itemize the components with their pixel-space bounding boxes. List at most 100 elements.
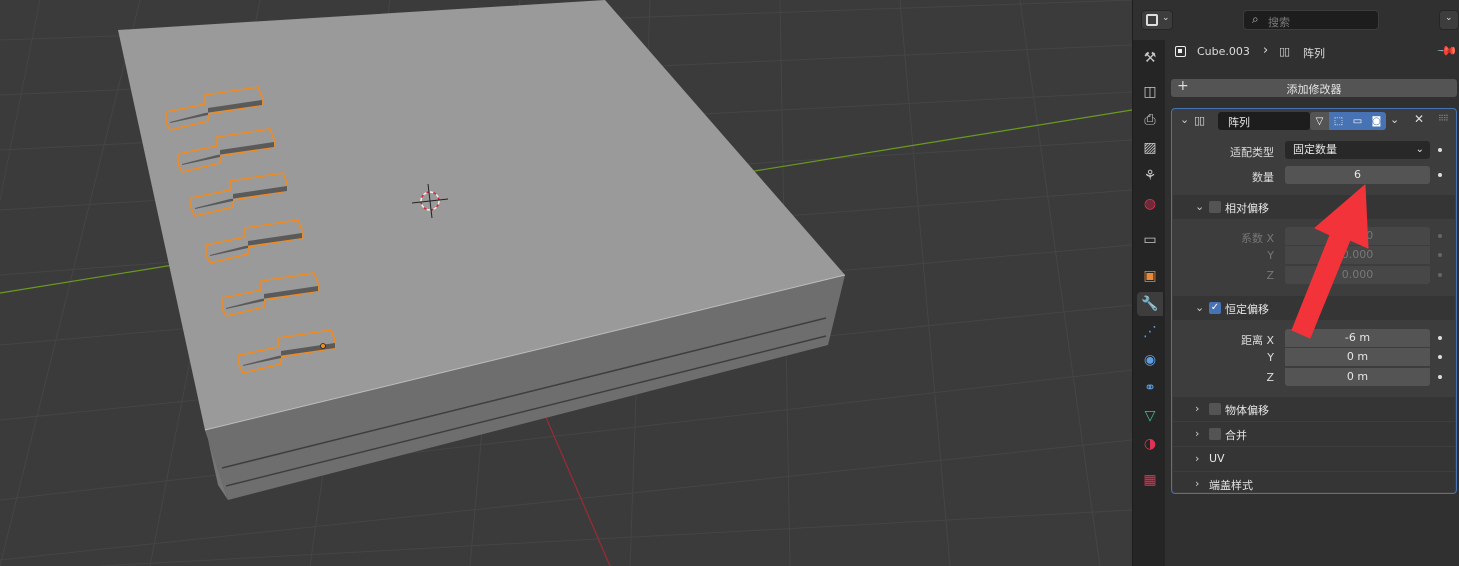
fit-type-label: 适配类型 bbox=[1230, 146, 1274, 159]
properties-editor: ⌄ ⌕ 搜索 ⌄ ⚒ ◫ ⎙ ▨ ⚘ ◍ ▭ ▣ 🔧 ⋰ ◉ ⚭ ▽ ◑ ▦ C… bbox=[1132, 0, 1459, 566]
properties-editor-icon bbox=[1146, 14, 1158, 26]
object-offset-title: 物体偏移 bbox=[1225, 404, 1269, 417]
caps-subpanel-header[interactable]: › 端盖样式 bbox=[1173, 472, 1455, 492]
texture-icon[interactable]: ▦ bbox=[1137, 468, 1163, 492]
relative-factor-x-label: 系数 X bbox=[1240, 232, 1274, 245]
breadcrumb-modifier-name: 阵列 bbox=[1303, 47, 1325, 60]
material-icon[interactable]: ◑ bbox=[1137, 432, 1163, 456]
properties-tab-bar: ⚒ ◫ ⎙ ▨ ⚘ ◍ ▭ ▣ 🔧 ⋰ ◉ ⚭ ▽ ◑ ▦ bbox=[1133, 40, 1165, 566]
chevron-right-icon: › bbox=[1195, 427, 1200, 440]
constant-offset-x-row: 距离 X -6 m bbox=[1172, 329, 1456, 349]
data-mesh-icon[interactable]: ▽ bbox=[1137, 404, 1163, 428]
particles-icon[interactable]: ⋰ bbox=[1137, 320, 1163, 344]
chevron-down-icon[interactable]: ⌄ bbox=[1390, 113, 1399, 126]
distance-z-field[interactable]: 0 m bbox=[1285, 368, 1430, 386]
output-icon[interactable]: ⎙ bbox=[1137, 108, 1163, 132]
breadcrumb-object-name: Cube.003 bbox=[1197, 45, 1250, 58]
render-icon[interactable]: ◫ bbox=[1137, 80, 1163, 104]
relative-offset-subpanel-header[interactable]: ⌄ 相对偏移 bbox=[1173, 195, 1455, 219]
object-offset-checkbox[interactable] bbox=[1209, 403, 1221, 415]
chevron-down-icon: ⌄ bbox=[1162, 13, 1170, 23]
keyframe-dot-icon[interactable] bbox=[1438, 375, 1442, 379]
merge-title: 合并 bbox=[1225, 429, 1247, 442]
physics-icon[interactable]: ◉ bbox=[1137, 348, 1163, 372]
relative-offset-y-row: Y 0.000 bbox=[1172, 246, 1456, 266]
chevron-right-icon: › bbox=[1195, 477, 1200, 490]
distance-x-label: 距离 X bbox=[1240, 334, 1274, 347]
relative-offset-x-row: 系数 X 1.000 bbox=[1172, 227, 1456, 247]
view-layer-icon[interactable]: ▨ bbox=[1137, 136, 1163, 160]
constraints-icon[interactable]: ⚭ bbox=[1137, 376, 1163, 400]
search-placeholder: 搜索 bbox=[1268, 16, 1290, 29]
distance-y-label: Y bbox=[1267, 351, 1274, 364]
object-icon[interactable]: ▣ bbox=[1137, 264, 1163, 288]
relative-offset-z-row: Z 0.000 bbox=[1172, 266, 1456, 286]
modifier-name-text: 阵列 bbox=[1228, 116, 1250, 129]
viewport-scene bbox=[0, 0, 1132, 566]
add-modifier-button[interactable]: + 添加修改器 bbox=[1171, 78, 1457, 97]
fit-type-value: 固定数量 bbox=[1293, 143, 1337, 156]
merge-subpanel-header[interactable]: › 合并 bbox=[1173, 422, 1455, 446]
count-row: 数量 6 bbox=[1172, 166, 1456, 186]
modifier-name-input[interactable]: 阵列 bbox=[1218, 112, 1310, 130]
array-modifier-icon: ▯▯ bbox=[1279, 45, 1290, 58]
collection-icon[interactable]: ▭ bbox=[1137, 228, 1163, 252]
tool-icon[interactable]: ⚒ bbox=[1137, 46, 1163, 70]
constant-offset-z-row: Z 0 m bbox=[1172, 368, 1456, 388]
distance-z-label: Z bbox=[1266, 371, 1274, 384]
3d-viewport[interactable] bbox=[0, 0, 1132, 566]
relative-factor-y-label: Y bbox=[1267, 249, 1274, 262]
search-input[interactable]: ⌕ 搜索 bbox=[1243, 10, 1379, 30]
object-origin-icon bbox=[320, 343, 326, 349]
constant-offset-checkbox[interactable]: ✓ bbox=[1209, 302, 1221, 314]
world-icon[interactable]: ◍ bbox=[1137, 192, 1163, 216]
keyframe-dot-icon[interactable] bbox=[1438, 234, 1442, 238]
scene-icon[interactable]: ⚘ bbox=[1137, 164, 1163, 188]
keyframe-dot-icon[interactable] bbox=[1438, 253, 1442, 257]
keyframe-dot-icon[interactable] bbox=[1438, 273, 1442, 277]
keyframe-dot-icon[interactable] bbox=[1438, 173, 1442, 177]
edit-mode-toggle-icon[interactable]: ⬚ bbox=[1329, 112, 1348, 130]
chevron-right-icon: › bbox=[1195, 452, 1200, 465]
array-modifier-panel: ⌄ ▯▯ 阵列 ▽ ⬚ ▭ ◙ ⌄ ✕ ⠿⠿ 适配类型 固定数量 ⌄ 数量 6 bbox=[1171, 108, 1457, 494]
render-camera-icon[interactable]: ◙ bbox=[1367, 112, 1386, 130]
drag-handle-icon[interactable]: ⠿⠿ bbox=[1438, 114, 1449, 123]
constant-offset-title: 恒定偏移 bbox=[1225, 303, 1269, 316]
chevron-down-icon[interactable]: ⌄ bbox=[1180, 113, 1189, 126]
keyframe-dot-icon[interactable] bbox=[1438, 355, 1442, 359]
options-dropdown-button[interactable]: ⌄ bbox=[1439, 10, 1459, 30]
relative-factor-z-field[interactable]: 0.000 bbox=[1285, 266, 1430, 284]
relative-offset-checkbox[interactable] bbox=[1209, 201, 1221, 213]
close-icon[interactable]: ✕ bbox=[1414, 112, 1424, 126]
relative-factor-z-label: Z bbox=[1266, 269, 1274, 282]
uv-subpanel-header[interactable]: › UV bbox=[1173, 447, 1455, 471]
relative-factor-y-field[interactable]: 0.000 bbox=[1285, 246, 1430, 264]
chevron-down-icon: ⌄ bbox=[1415, 144, 1424, 155]
constant-offset-y-row: Y 0 m bbox=[1172, 348, 1456, 368]
chevron-down-icon: ⌄ bbox=[1445, 13, 1453, 23]
count-field[interactable]: 6 bbox=[1285, 166, 1430, 184]
viewport-display-icon[interactable]: ▭ bbox=[1348, 112, 1367, 130]
add-modifier-label: 添加修改器 bbox=[1286, 83, 1342, 96]
count-label: 数量 bbox=[1252, 171, 1274, 184]
array-modifier-icon: ▯▯ bbox=[1194, 114, 1205, 127]
properties-header: ⌄ ⌕ 搜索 ⌄ bbox=[1133, 0, 1459, 40]
keyframe-dot-icon[interactable] bbox=[1438, 148, 1442, 152]
modifier-header: ⌄ ▯▯ 阵列 ▽ ⬚ ▭ ◙ ⌄ ✕ ⠿⠿ bbox=[1172, 109, 1456, 133]
merge-checkbox[interactable] bbox=[1209, 428, 1221, 440]
chevron-down-icon: ⌄ bbox=[1195, 200, 1205, 213]
chevron-right-icon: › bbox=[1263, 43, 1269, 58]
fit-type-row: 适配类型 固定数量 ⌄ bbox=[1172, 141, 1456, 161]
distance-y-field[interactable]: 0 m bbox=[1285, 348, 1430, 366]
edit-mode-cage-icon[interactable]: ▽ bbox=[1310, 112, 1329, 130]
object-offset-subpanel-header[interactable]: › 物体偏移 bbox=[1173, 397, 1455, 421]
editor-type-button[interactable]: ⌄ bbox=[1141, 10, 1173, 30]
uv-title: UV bbox=[1209, 452, 1225, 465]
modifier-wrench-icon[interactable]: 🔧 bbox=[1137, 292, 1163, 316]
fit-type-select[interactable]: 固定数量 ⌄ bbox=[1285, 141, 1430, 159]
keyframe-dot-icon[interactable] bbox=[1438, 336, 1442, 340]
constant-offset-subpanel-header[interactable]: ⌄ ✓ 恒定偏移 bbox=[1173, 296, 1455, 320]
relative-factor-x-field[interactable]: 1.000 bbox=[1285, 227, 1430, 245]
distance-x-field[interactable]: -6 m bbox=[1285, 329, 1430, 347]
chevron-right-icon: › bbox=[1195, 402, 1200, 415]
